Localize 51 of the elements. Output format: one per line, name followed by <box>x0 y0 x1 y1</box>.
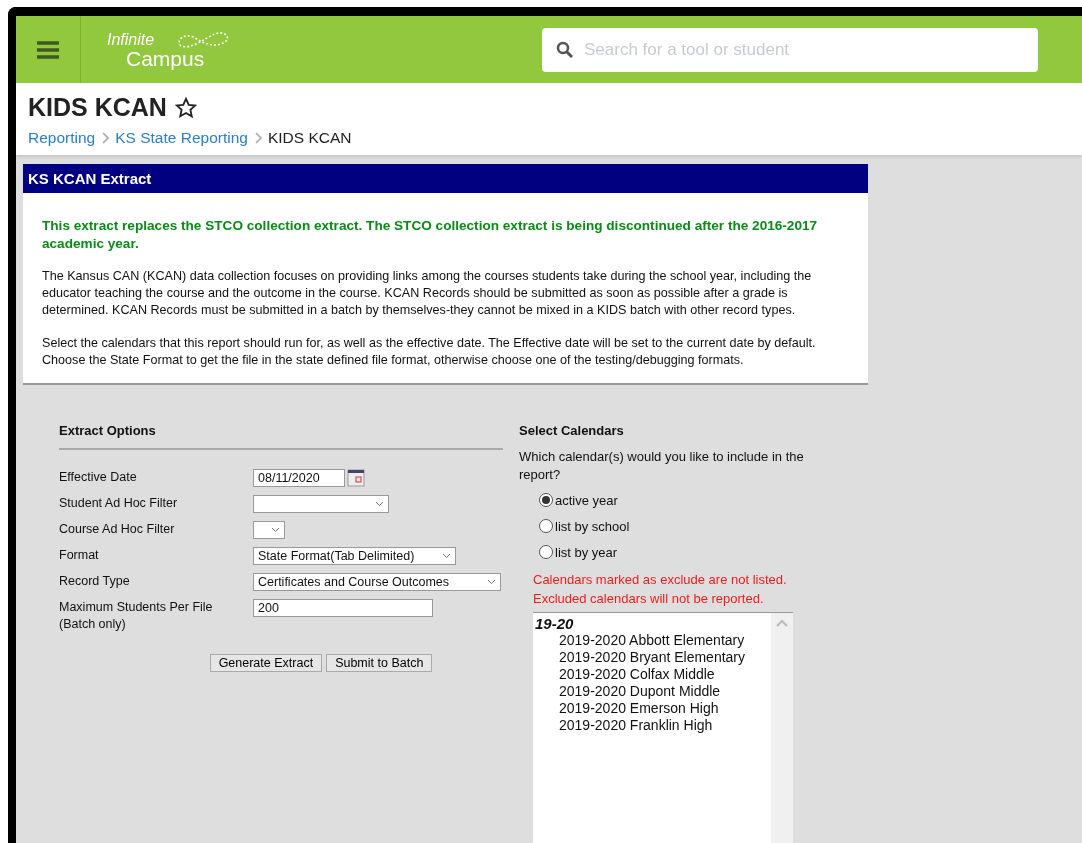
list-item[interactable]: 2019-2020 Colfax Middle <box>535 666 769 684</box>
action-button[interactable]: Generate Extract <box>209 653 323 672</box>
radio-label: list by school <box>555 518 630 534</box>
field-label: Student Ad Hoc Filter <box>59 495 179 512</box>
description-text: The Kansus CAN (KCAN) data collection focuses on providing links among the courses students take during the school year, including the educator teaching the course and the outcome in the course. KCAN Records should be submitted as soon as possible after a grade is determined. KCAN Records must be submitted in a batch by themselves-they cannot be mixed in a KIDS batch with other record types. <box>42 268 813 320</box>
field-label: Effective Date <box>59 469 138 486</box>
radio-button[interactable] <box>539 519 553 534</box>
dropdown-caret-icon <box>271 527 280 534</box>
list-item[interactable]: 2019-2020 Bryant Elementary <box>535 649 769 667</box>
dropdown-caret-icon <box>487 579 496 586</box>
search-field[interactable]: Search for a tool or student <box>542 27 1038 72</box>
menu-icon <box>36 39 60 60</box>
breadcrumb-link[interactable]: Reporting <box>28 129 96 147</box>
list-item[interactable]: 2019-2020 Franklin High <box>535 717 769 735</box>
list-item[interactable]: 2019-2020 Abbott Elementary <box>535 632 769 650</box>
field-label: Course Ad Hoc Filter <box>59 521 176 538</box>
warning-text: Excluded calendars will not be reported. <box>533 590 765 609</box>
radio-label: list by year <box>555 544 618 560</box>
field-label: Record Type <box>59 573 131 590</box>
radio-button[interactable] <box>539 493 553 508</box>
dropdown[interactable] <box>253 495 389 514</box>
field-label: Maximum Students Per File (Batch only) <box>59 599 214 632</box>
list-group-label: 19-20 <box>535 615 575 633</box>
dropdown[interactable]: State Format(Tab Delimited) <box>253 547 456 566</box>
panel-title: KS KCAN Extract <box>23 164 868 193</box>
question-text: Which calendar(s) would you like to include in the report? <box>519 448 805 484</box>
list-item[interactable]: 2019-2020 Emerson High <box>535 700 769 718</box>
chevron-icon <box>253 132 262 144</box>
section-heading: Select Calendars <box>519 423 625 441</box>
calendar-icon[interactable] <box>347 469 365 488</box>
search-icon <box>556 40 574 59</box>
dropdown[interactable] <box>253 521 285 540</box>
radio-button[interactable] <box>539 545 553 560</box>
dropdown[interactable]: Certificates and Course Outcomes <box>253 573 501 592</box>
list-item[interactable]: 2019-2020 Dupont Middle <box>535 683 769 701</box>
description-text: Select the calendars that this report should run for, as well as the effective date. The Effective date will be set to the current date by default. Choose the State Format to get the file in the state defined file format, otherwise choose one of the testing/debugging formats. <box>42 335 817 370</box>
section-heading: Extract Options <box>59 423 157 441</box>
date-field[interactable]: 08/11/2020 <box>253 469 345 488</box>
page-title: KIDS KCAN <box>28 93 167 122</box>
dropdown-caret-icon <box>442 553 451 560</box>
chevron-icon <box>101 132 110 144</box>
radio-label: active year <box>555 492 618 508</box>
input-field[interactable]: 200 <box>253 599 433 618</box>
dropdown-caret-icon <box>375 501 384 508</box>
field-label: Format <box>59 547 100 564</box>
warning-text: Calendars marked as exclude are not listed. <box>533 571 788 590</box>
breadcrumb-link[interactable]: KS State Reporting <box>115 129 248 147</box>
action-button[interactable]: Submit to Batch <box>326 653 433 672</box>
star-icon[interactable] <box>174 96 197 119</box>
breadcrumb-current-page: KIDS KCAN <box>267 129 352 147</box>
notice-text: This extract replaces the STCO collection extract. The STCO collection extract is being discontinued after the 2016-2017 academic year. <box>42 217 819 253</box>
